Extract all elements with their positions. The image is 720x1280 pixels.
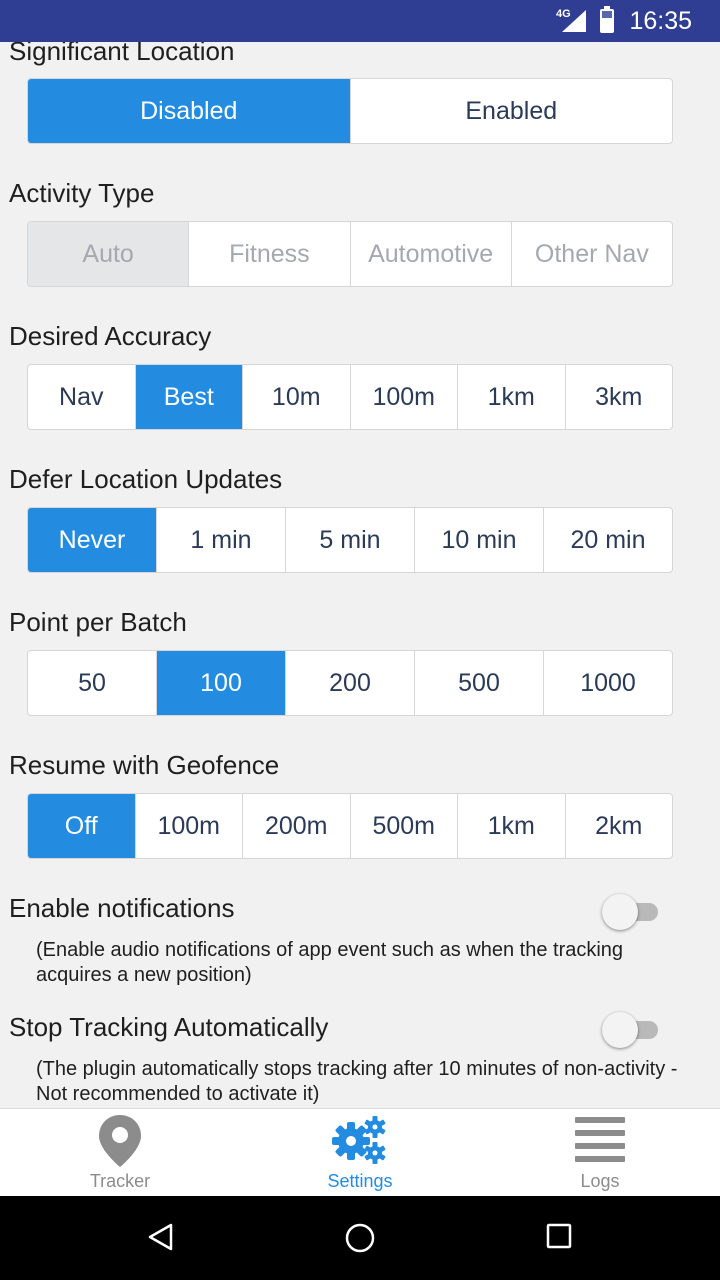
tab-logs-label: Logs: [580, 1171, 620, 1191]
point-per-batch-option[interactable]: 50: [28, 651, 157, 715]
recents-square-icon[interactable]: [545, 1222, 573, 1250]
resume-with-geofence-option[interactable]: 2km: [566, 794, 673, 858]
stop-tracking-title: Stop Tracking Automatically: [9, 1012, 329, 1042]
defer-location-updates-title: Defer Location Updates: [9, 464, 283, 494]
bottom-tab-bar: Tracker Settings Logs: [0, 1108, 720, 1196]
stop-tracking-description: (The plugin automatically stops tracking…: [36, 1058, 678, 1105]
enable-notifications-description: (Enable audio notifications of app event…: [36, 939, 624, 986]
toggle-knob: [602, 894, 638, 930]
activity-type-option: Automotive: [351, 222, 512, 286]
defer-location-updates-option[interactable]: 10 min: [415, 508, 544, 572]
status-bar: 4G 16:35: [0, 0, 720, 42]
significant-location-option[interactable]: Disabled: [28, 79, 351, 143]
resume-with-geofence-title: Resume with Geofence: [9, 750, 280, 780]
menu-lines-icon: [575, 1117, 625, 1162]
resume-with-geofence-option[interactable]: 200m: [243, 794, 351, 858]
defer-location-updates-option[interactable]: 20 min: [544, 508, 672, 572]
status-time: 16:35: [629, 7, 692, 35]
settings-content[interactable]: Significant Location Disabled Enabled Act…: [0, 42, 720, 1108]
activity-type-title: Activity Type: [9, 178, 155, 208]
signal-icon: [562, 10, 586, 32]
stop-tracking-toggle[interactable]: [602, 1012, 658, 1048]
system-nav-bar: [0, 1196, 720, 1280]
tab-logs[interactable]: Logs: [480, 1109, 720, 1196]
tab-tracker[interactable]: Tracker: [0, 1109, 240, 1196]
desired-accuracy-option[interactable]: Nav: [28, 365, 136, 429]
point-per-batch-option[interactable]: 200: [286, 651, 415, 715]
map-pin-icon: [99, 1115, 141, 1167]
significant-location-selector: Disabled Enabled: [27, 78, 673, 144]
point-per-batch-selector: 50 100 200 500 1000: [27, 650, 673, 716]
desired-accuracy-option[interactable]: 1km: [458, 365, 566, 429]
resume-with-geofence-selector: Off 100m 200m 500m 1km 2km: [27, 793, 673, 859]
enable-notifications-title: Enable notifications: [9, 893, 235, 923]
desired-accuracy-title: Desired Accuracy: [9, 321, 212, 351]
tab-tracker-label: Tracker: [89, 1171, 151, 1191]
significant-location-option[interactable]: Enabled: [351, 79, 673, 143]
gears-icon: [332, 1116, 386, 1164]
resume-with-geofence-option[interactable]: 500m: [351, 794, 458, 858]
desired-accuracy-selector: Nav Best 10m 100m 1km 3km: [27, 364, 673, 430]
tab-settings[interactable]: Settings: [240, 1109, 480, 1196]
activity-type-option: Other Nav: [534, 239, 649, 268]
defer-location-updates-option[interactable]: 1 min: [157, 508, 286, 572]
activity-type-option: Auto: [28, 222, 190, 286]
point-per-batch-title: Point per Batch: [9, 607, 187, 637]
defer-location-updates-option[interactable]: Never: [28, 508, 157, 572]
back-triangle-icon[interactable]: [146, 1222, 176, 1252]
significant-location-title: Significant Location: [9, 42, 235, 66]
resume-with-geofence-option[interactable]: Off: [28, 794, 136, 858]
enable-notifications-toggle[interactable]: [602, 894, 658, 930]
desired-accuracy-option[interactable]: 100m: [351, 365, 458, 429]
resume-with-geofence-option[interactable]: 1km: [458, 794, 566, 858]
activity-type-selector: Auto Fitness Automotive Other Nav: [27, 221, 673, 287]
tab-settings-label: Settings: [327, 1171, 393, 1191]
point-per-batch-option[interactable]: 1000: [544, 651, 672, 715]
desired-accuracy-option[interactable]: 3km: [566, 365, 673, 429]
desired-accuracy-option[interactable]: 10m: [243, 365, 351, 429]
home-circle-icon[interactable]: [344, 1222, 376, 1254]
defer-location-updates-option[interactable]: 5 min: [286, 508, 415, 572]
point-per-batch-option[interactable]: 100: [157, 651, 286, 715]
toggle-knob: [602, 1012, 638, 1048]
resume-with-geofence-option[interactable]: 100m: [136, 794, 243, 858]
battery-icon: [600, 6, 614, 33]
point-per-batch-option[interactable]: 500: [415, 651, 544, 715]
desired-accuracy-option[interactable]: Best: [135, 365, 243, 429]
defer-location-updates-selector: Never 1 min 5 min 10 min 20 min: [27, 507, 673, 573]
activity-type-option: Fitness: [189, 222, 351, 286]
